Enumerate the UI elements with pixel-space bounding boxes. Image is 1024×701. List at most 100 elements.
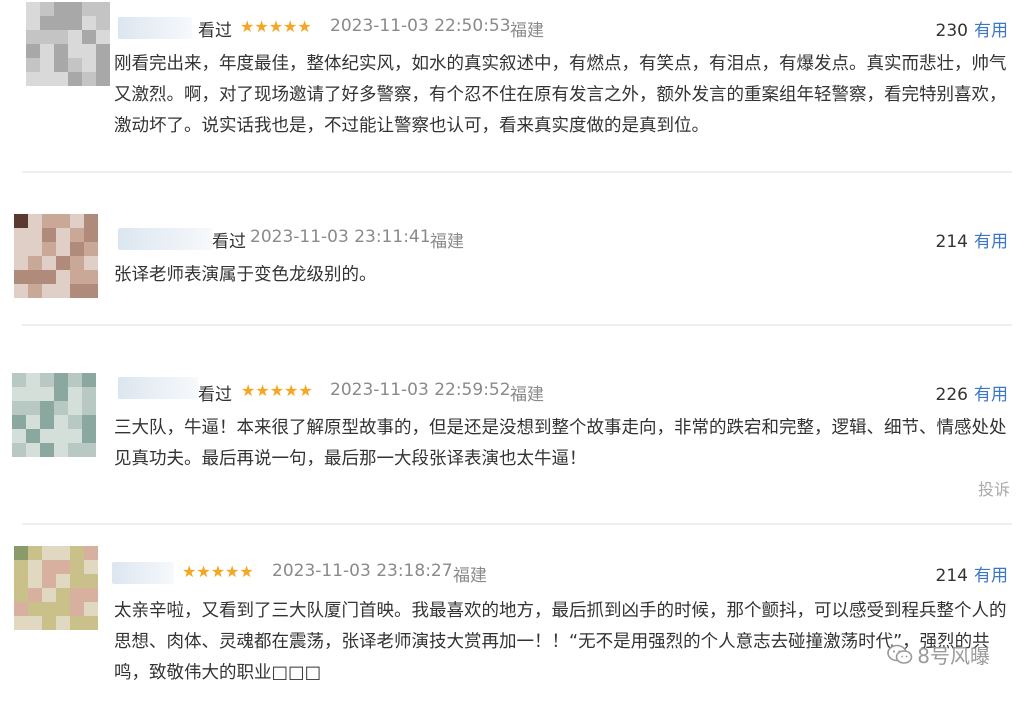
avatar-pixel xyxy=(70,284,84,298)
avatar-pixel xyxy=(56,560,70,574)
comment-text: 张译老师表演属于变色龙级别的。 xyxy=(114,265,377,285)
avatar-pixel xyxy=(54,72,68,86)
avatar-pixel xyxy=(26,44,40,58)
avatar-pixel xyxy=(40,443,54,457)
avatar-pixel xyxy=(70,270,84,284)
avatar-pixel xyxy=(84,284,98,298)
vote-box: 226 有用 xyxy=(936,380,1008,405)
avatar-pixel xyxy=(42,546,56,560)
avatar-pixel xyxy=(12,373,26,387)
avatar-pixel xyxy=(40,72,54,86)
vote-count: 214 xyxy=(935,566,968,586)
watermark: 8号风曝 xyxy=(887,640,990,669)
avatar-pixel xyxy=(40,30,54,44)
avatar-pixel xyxy=(54,58,68,72)
rating-stars: ★★★★★ xyxy=(182,562,254,581)
avatar-pixel xyxy=(70,228,84,242)
avatar-pixel xyxy=(82,58,96,72)
username-blurred[interactable] xyxy=(112,562,174,584)
avatar-pixel xyxy=(54,387,68,401)
comment-item: 看过 2023-11-03 23:11:41 福建 214 有用 张译老师表演属于… xyxy=(0,172,1024,322)
username-blurred[interactable] xyxy=(118,228,212,250)
useful-button[interactable]: 有用 xyxy=(974,385,1008,405)
watermark-text: 8号风曝 xyxy=(917,644,990,668)
avatar-pixel xyxy=(28,616,42,630)
avatar-pixel xyxy=(84,602,98,616)
avatar-pixel xyxy=(68,373,82,387)
avatar-pixel xyxy=(40,387,54,401)
avatar[interactable] xyxy=(12,373,96,457)
useful-button[interactable]: 有用 xyxy=(974,566,1008,586)
avatar-pixel xyxy=(54,44,68,58)
avatar-pixel xyxy=(56,214,70,228)
avatar-pixel xyxy=(12,415,26,429)
report-button[interactable]: 投诉 xyxy=(978,476,1010,500)
avatar-pixel xyxy=(28,242,42,256)
avatar-pixel xyxy=(56,546,70,560)
avatar-pixel xyxy=(54,16,68,30)
avatar-pixel xyxy=(82,72,96,86)
avatar[interactable] xyxy=(26,2,110,86)
avatar-pixel xyxy=(14,284,28,298)
avatar-pixel xyxy=(28,214,42,228)
avatar-pixel xyxy=(14,228,28,242)
watched-label: 看过 xyxy=(198,385,232,405)
avatar-pixel xyxy=(42,284,56,298)
avatar-pixel xyxy=(84,270,98,284)
avatar-pixel xyxy=(96,30,110,44)
avatar-pixel xyxy=(26,387,40,401)
avatar-pixel xyxy=(42,214,56,228)
avatar-pixel xyxy=(40,415,54,429)
avatar-pixel xyxy=(28,546,42,560)
useful-button[interactable]: 有用 xyxy=(974,232,1008,252)
avatar-pixel xyxy=(42,242,56,256)
avatar-pixel xyxy=(68,401,82,415)
avatar-pixel xyxy=(96,2,110,16)
avatar-pixel xyxy=(42,616,56,630)
avatar-pixel xyxy=(68,443,82,457)
avatar-pixel xyxy=(56,616,70,630)
avatar-pixel xyxy=(96,16,110,30)
comment-text: 太亲辛啦，又看到了三大队厦门首映。我最喜欢的地方，最后抓到凶手的时候，那个颤抖，… xyxy=(114,601,1007,683)
avatar-pixel xyxy=(28,560,42,574)
avatar-pixel xyxy=(70,602,84,616)
avatar-pixel xyxy=(82,44,96,58)
useful-button[interactable]: 有用 xyxy=(974,21,1008,41)
avatar-pixel xyxy=(40,429,54,443)
vote-box: 214 有用 xyxy=(936,561,1008,586)
avatar-pixel xyxy=(14,242,28,256)
avatar-pixel xyxy=(68,2,82,16)
vote-box: 230 有用 xyxy=(936,16,1008,41)
avatar-pixel xyxy=(70,588,84,602)
avatar[interactable] xyxy=(14,546,98,630)
avatar-pixel xyxy=(40,2,54,16)
avatar-pixel xyxy=(82,387,96,401)
avatar-pixel xyxy=(28,574,42,588)
avatar-pixel xyxy=(68,44,82,58)
vote-count: 226 xyxy=(935,385,968,405)
avatar-pixel xyxy=(82,373,96,387)
username-blurred[interactable] xyxy=(118,17,192,39)
vote-count: 214 xyxy=(935,232,968,252)
avatar-pixel xyxy=(42,574,56,588)
avatar-pixel xyxy=(84,256,98,270)
avatar-pixel xyxy=(42,256,56,270)
username-blurred[interactable] xyxy=(118,377,198,399)
avatar-pixel xyxy=(68,30,82,44)
avatar-pixel xyxy=(68,72,82,86)
wechat-icon xyxy=(887,644,913,664)
avatar-pixel xyxy=(82,16,96,30)
avatar-pixel xyxy=(68,429,82,443)
avatar-pixel xyxy=(28,270,42,284)
avatar[interactable] xyxy=(14,214,98,298)
avatar-pixel xyxy=(84,574,98,588)
comment-time: 2023-11-03 23:18:27 xyxy=(272,561,453,581)
avatar-pixel xyxy=(40,16,54,30)
avatar-pixel xyxy=(28,228,42,242)
comment-item: 看过 ★★★★★ 2023-11-03 22:50:53 福建 230 有用 刚看… xyxy=(0,0,1024,170)
avatar-pixel xyxy=(42,588,56,602)
avatar-pixel xyxy=(56,228,70,242)
avatar-pixel xyxy=(14,270,28,284)
avatar-pixel xyxy=(26,16,40,30)
avatar-pixel xyxy=(14,588,28,602)
